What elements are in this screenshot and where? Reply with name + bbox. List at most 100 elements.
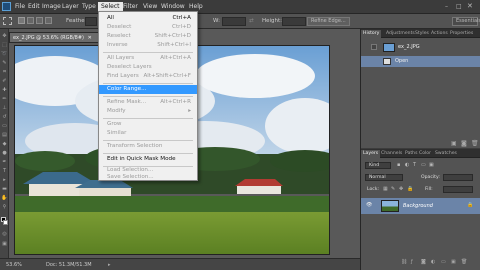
- eraser-tool-icon[interactable]: ▭: [1, 123, 8, 129]
- stamp-tool-icon[interactable]: ⊥: [1, 105, 8, 111]
- trash-icon[interactable]: 🗑: [461, 259, 467, 265]
- brush-source-icon[interactable]: [371, 44, 377, 50]
- menu-item-deselect-layers[interactable]: Deselect Layers: [99, 63, 197, 72]
- new-layer-icon[interactable]: ▣: [451, 259, 456, 265]
- subtract-selection-icon[interactable]: [36, 17, 43, 24]
- filter-adjust-icon[interactable]: ◐: [405, 162, 409, 168]
- marquee-tool-icon[interactable]: ⬚: [1, 42, 8, 48]
- lock-pixels-icon[interactable]: ▦: [383, 186, 388, 192]
- new-selection-icon[interactable]: [18, 17, 25, 24]
- new-document-icon[interactable]: ▣: [451, 140, 457, 147]
- menu-item-find-layers[interactable]: Find Layers Alt+Shift+Ctrl+F: [99, 72, 197, 81]
- link-icon[interactable]: ⛓: [401, 259, 407, 265]
- zoom-level[interactable]: 53.6%: [6, 262, 22, 268]
- hand-tool-icon[interactable]: ✋: [1, 195, 8, 201]
- tab-close-icon[interactable]: ✕: [88, 35, 92, 41]
- tab-layers[interactable]: Layers: [361, 150, 381, 158]
- brush-tool-icon[interactable]: ✏: [1, 96, 8, 102]
- layer-lock-icon: 🔒: [467, 202, 474, 208]
- tab-properties[interactable]: Properties: [448, 30, 475, 38]
- tab-history[interactable]: History: [361, 30, 382, 38]
- type-tool-icon[interactable]: T: [1, 168, 8, 174]
- width-input[interactable]: [222, 17, 246, 26]
- filter-type-icon[interactable]: T: [413, 162, 416, 168]
- filter-pixel-icon[interactable]: ▪: [397, 162, 400, 168]
- workspace-essentials[interactable]: Essentials: [452, 17, 480, 26]
- document-tab[interactable]: ex_2.JPG @ 53.6% (RGB/8#) ✕: [9, 32, 105, 43]
- background-color-swatch[interactable]: [3, 220, 8, 225]
- lock-paint-icon[interactable]: ✎: [391, 186, 395, 192]
- close-icon[interactable]: ✕: [467, 2, 473, 10]
- move-tool-icon[interactable]: ✥: [1, 33, 8, 39]
- mask-icon[interactable]: ◙: [421, 259, 426, 265]
- history-state-open[interactable]: Open: [361, 56, 480, 67]
- marquee-tool-icon[interactable]: [3, 17, 12, 25]
- feather-input[interactable]: [85, 17, 97, 26]
- status-arrow-icon[interactable]: ▸: [108, 262, 111, 268]
- screen-mode-icon[interactable]: ▣: [1, 241, 8, 247]
- tab-color[interactable]: Color: [417, 150, 433, 158]
- height-input[interactable]: [282, 17, 306, 26]
- menu-item-deselect[interactable]: Deselect Ctrl+D: [99, 23, 197, 32]
- tab-channels[interactable]: Channels: [379, 150, 404, 158]
- visibility-eye-icon[interactable]: 👁: [366, 202, 372, 208]
- quick-select-tool-icon[interactable]: ✎: [1, 60, 8, 66]
- menu-separator: [103, 153, 193, 154]
- restore-icon[interactable]: □: [456, 3, 462, 10]
- menu-bar: File Edit Image Layer Type Select Filter…: [0, 0, 480, 14]
- filter-shape-icon[interactable]: ▭: [421, 162, 426, 168]
- menu-item-quick-mask[interactable]: Edit in Quick Mask Mode: [99, 155, 197, 164]
- refine-edge-button[interactable]: Refine Edge...: [307, 17, 350, 26]
- gradient-tool-icon[interactable]: ▤: [1, 132, 8, 138]
- menu-item-all-layers[interactable]: All Layers Alt+Ctrl+A: [99, 54, 197, 63]
- width-label: W:: [213, 18, 220, 24]
- menu-item-similar[interactable]: Similar: [99, 129, 197, 138]
- menu-item-color-range[interactable]: Color Range...: [99, 85, 197, 94]
- lock-move-icon[interactable]: ✥: [399, 186, 403, 192]
- blend-mode-select[interactable]: Normal: [365, 174, 403, 181]
- tab-actions[interactable]: Actions: [429, 30, 450, 38]
- healing-tool-icon[interactable]: ✚: [1, 87, 8, 93]
- fill-input[interactable]: [443, 186, 473, 193]
- lock-all-icon[interactable]: 🔒: [407, 186, 413, 192]
- add-selection-icon[interactable]: [27, 17, 34, 24]
- dodge-tool-icon[interactable]: ●: [1, 150, 8, 156]
- menu-item-grow[interactable]: Grow: [99, 120, 197, 129]
- folder-icon[interactable]: ▭: [441, 259, 446, 265]
- camera-icon[interactable]: ◙: [461, 140, 467, 147]
- filter-smart-icon[interactable]: ▣: [429, 162, 434, 168]
- pen-tool-icon[interactable]: ✒: [1, 159, 8, 165]
- history-snapshot[interactable]: ex_2.JPG: [361, 42, 480, 53]
- menu-item-transform-selection[interactable]: Transform Selection: [99, 142, 197, 151]
- layer-filter-kind: Kind: [369, 163, 380, 168]
- menu-item-all[interactable]: All Ctrl+A: [99, 14, 197, 23]
- shape-tool-icon[interactable]: ▬: [1, 186, 8, 192]
- menu-item-save-selection[interactable]: Save Selection...: [99, 174, 197, 181]
- swap-icon[interactable]: ⇄: [249, 18, 254, 24]
- fx-icon[interactable]: ƒ: [411, 259, 413, 265]
- intersect-selection-icon[interactable]: [45, 17, 52, 24]
- layer-background[interactable]: 👁 Background 🔒: [361, 198, 480, 214]
- trash-icon[interactable]: 🗑: [471, 140, 479, 147]
- eyedropper-tool-icon[interactable]: ✐: [1, 78, 8, 84]
- blur-tool-icon[interactable]: ◆: [1, 141, 8, 147]
- path-select-tool-icon[interactable]: ▸: [1, 177, 8, 183]
- menu-item-inverse[interactable]: Inverse Shift+Ctrl+I: [99, 41, 197, 50]
- menu-item-modify[interactable]: Modify ▸: [99, 107, 197, 116]
- minimize-icon[interactable]: –: [445, 3, 448, 10]
- layer-filter-select[interactable]: Kind: [365, 162, 391, 169]
- crop-tool-icon[interactable]: ⌗: [1, 69, 8, 75]
- menu-item-reselect[interactable]: Reselect Shift+Ctrl+D: [99, 32, 197, 41]
- adjustment-icon[interactable]: ◐: [431, 259, 435, 265]
- history-brush-icon[interactable]: ↺: [1, 114, 8, 120]
- tab-adjustments[interactable]: Adjustments: [384, 30, 417, 38]
- tools-panel: ✥ ⬚ ➰ ✎ ⌗ ✐ ✚ ✏ ⊥ ↺ ▭ ▤ ◆ ● ✒ T ▸ ▬ ✋ ⚲ …: [0, 29, 9, 259]
- menu-item-refine-mask[interactable]: Refine Mask... Alt+Ctrl+R: [99, 98, 197, 107]
- opacity-input[interactable]: [443, 174, 473, 181]
- doc-size[interactable]: Doc: 51.3M/51.3M: [46, 262, 92, 268]
- quick-mask-icon[interactable]: ◎: [1, 231, 8, 237]
- zoom-tool-icon[interactable]: ⚲: [1, 204, 8, 210]
- menu-type[interactable]: Type: [79, 2, 99, 12]
- lasso-tool-icon[interactable]: ➰: [1, 51, 8, 57]
- tab-swatches[interactable]: Swatches: [433, 150, 459, 158]
